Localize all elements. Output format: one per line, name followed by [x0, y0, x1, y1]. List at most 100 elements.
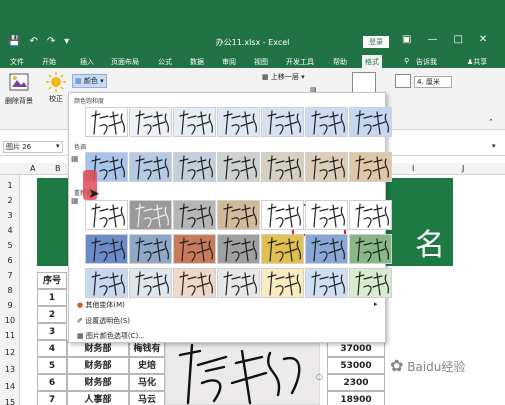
name-cell[interactable]: 马云 — [129, 391, 165, 405]
row-header[interactable]: 4 — [0, 226, 20, 235]
seq-cell[interactable]: 1 — [37, 289, 67, 306]
amount-cell[interactable]: 53000 — [327, 357, 385, 374]
column-header[interactable]: B — [55, 164, 61, 173]
picture-color-options-item[interactable]: ▦ 图片颜色选项(C)... — [77, 331, 145, 341]
row-header[interactable]: 2 — [0, 196, 20, 205]
more-variants-item[interactable]: ● 其他变体(M) — [77, 300, 125, 310]
recolor-swatch[interactable] — [85, 234, 128, 264]
dept-cell[interactable]: 人事部 — [67, 391, 129, 405]
recolor-swatch[interactable] — [173, 268, 216, 298]
row-header[interactable]: 9 — [0, 301, 20, 310]
tab-view[interactable]: 视图 — [254, 57, 268, 67]
saturation-swatch[interactable] — [261, 107, 304, 137]
recolor-swatch[interactable] — [349, 234, 392, 264]
tab-home[interactable]: 开始 — [42, 57, 56, 67]
row-header[interactable]: 10 — [0, 316, 20, 325]
recolor-swatch[interactable] — [173, 234, 216, 264]
header-seq-cell[interactable]: 序号 — [37, 272, 67, 289]
corrections-button[interactable]: 校正 — [45, 72, 67, 104]
saturation-swatch[interactable] — [173, 107, 216, 137]
saturation-swatch[interactable] — [85, 107, 128, 137]
amount-cell[interactable]: 18900 — [327, 391, 385, 405]
recolor-swatch[interactable] — [349, 268, 392, 298]
tone-swatch[interactable] — [261, 152, 304, 182]
recolor-swatch[interactable] — [217, 268, 260, 298]
saturation-swatch[interactable] — [129, 107, 172, 137]
bring-forward-button[interactable]: ▦ 上移一层 ▾ — [262, 72, 305, 82]
tone-swatch[interactable] — [129, 152, 172, 182]
tab-help[interactable]: 帮助 — [333, 57, 347, 67]
tab-file[interactable]: 文件 — [10, 57, 24, 67]
saturation-swatch[interactable] — [217, 107, 260, 137]
expand-formula-bar-icon[interactable]: ▾ — [492, 142, 496, 150]
resize-handle-icon[interactable]: ○ — [316, 372, 323, 381]
recolor-swatch[interactable] — [261, 268, 304, 298]
name-cell[interactable]: 马化 — [129, 374, 165, 391]
row-header[interactable]: 14 — [0, 382, 20, 391]
seq-cell[interactable]: 3 — [37, 323, 67, 340]
recolor-swatch[interactable] — [173, 200, 216, 230]
tell-me-search[interactable]: 告诉我 — [416, 57, 437, 67]
recolor-swatch[interactable] — [261, 200, 304, 230]
minimize-icon[interactable]: — — [427, 34, 437, 45]
restore-icon[interactable]: □ — [453, 34, 462, 45]
recolor-swatch[interactable] — [85, 200, 128, 230]
tab-data[interactable]: 数据 — [190, 57, 204, 67]
tab-review[interactable]: 审阅 — [222, 57, 236, 67]
row-header[interactable]: 11 — [0, 331, 20, 340]
seq-cell[interactable]: 2 — [37, 306, 67, 323]
recolor-swatch[interactable] — [349, 200, 392, 230]
set-transparent-item[interactable]: ✐ 设置透明色(S) — [77, 316, 130, 326]
recolor-swatch[interactable] — [305, 234, 348, 264]
tone-swatch[interactable] — [349, 152, 392, 182]
tone-swatch[interactable] — [217, 152, 260, 182]
row-header[interactable]: 7 — [0, 271, 20, 280]
row-header[interactable]: 8 — [0, 286, 20, 295]
recolor-swatch[interactable] — [217, 234, 260, 264]
tab-page-layout[interactable]: 页面布局 — [111, 57, 139, 67]
name-box[interactable]: 图片 26 — [3, 141, 63, 153]
row-header[interactable]: 13 — [0, 365, 20, 374]
tab-developer[interactable]: 开发工具 — [286, 57, 314, 67]
row-header[interactable]: 3 — [0, 211, 20, 220]
seq-cell[interactable]: 4 — [37, 340, 67, 357]
ribbon-display-icon[interactable]: ▣ — [402, 34, 411, 45]
amount-cell[interactable]: 2300 — [327, 374, 385, 391]
seq-cell[interactable]: 7 — [37, 391, 67, 405]
row-header[interactable]: 12 — [0, 348, 20, 357]
column-header[interactable]: I — [412, 164, 414, 173]
recolor-swatch[interactable] — [85, 268, 128, 298]
tab-formulas[interactable]: 公式 — [158, 57, 172, 67]
recolor-swatch[interactable] — [129, 234, 172, 264]
color-button[interactable]: ▦ 颜色 ▾ — [72, 74, 107, 88]
tab-format[interactable]: 格式 — [362, 55, 382, 68]
row-header[interactable]: 15 — [0, 398, 20, 405]
collapse-ribbon-icon[interactable]: ⌃ — [488, 118, 494, 126]
row-header[interactable]: 5 — [0, 241, 20, 250]
dept-cell[interactable]: 财务部 — [67, 374, 129, 391]
column-header[interactable]: J — [462, 164, 464, 173]
share-button[interactable]: ♟共享 — [467, 57, 487, 67]
row-header[interactable]: 6 — [0, 256, 20, 265]
seq-cell[interactable]: 5 — [37, 357, 67, 374]
recolor-swatch[interactable] — [261, 234, 304, 264]
name-cell[interactable]: 史培 — [129, 357, 165, 374]
saturation-swatch[interactable] — [349, 107, 392, 137]
height-input[interactable]: 4. 厘米 — [414, 76, 452, 88]
recolor-swatch[interactable] — [217, 200, 260, 230]
recolor-swatch[interactable] — [129, 268, 172, 298]
picture-style-icon[interactable]: ▦ — [71, 196, 79, 205]
seq-cell[interactable]: 6 — [37, 374, 67, 391]
tone-swatch[interactable] — [173, 152, 216, 182]
crop-icon[interactable] — [352, 72, 376, 94]
remove-background-button[interactable]: 删除背景 — [3, 72, 35, 106]
saturation-swatch[interactable] — [305, 107, 348, 137]
picture-style-icon[interactable]: ▦ — [71, 154, 79, 163]
dept-cell[interactable]: 财务部 — [67, 357, 129, 374]
tone-swatch[interactable] — [305, 152, 348, 182]
row-header[interactable]: 1 — [0, 181, 20, 190]
signature-picture[interactable] — [165, 342, 320, 405]
close-icon[interactable]: ✕ — [479, 34, 487, 45]
name-box-dropdown-icon[interactable]: ▾ — [56, 142, 60, 150]
login-button[interactable]: 登录 — [363, 36, 389, 48]
